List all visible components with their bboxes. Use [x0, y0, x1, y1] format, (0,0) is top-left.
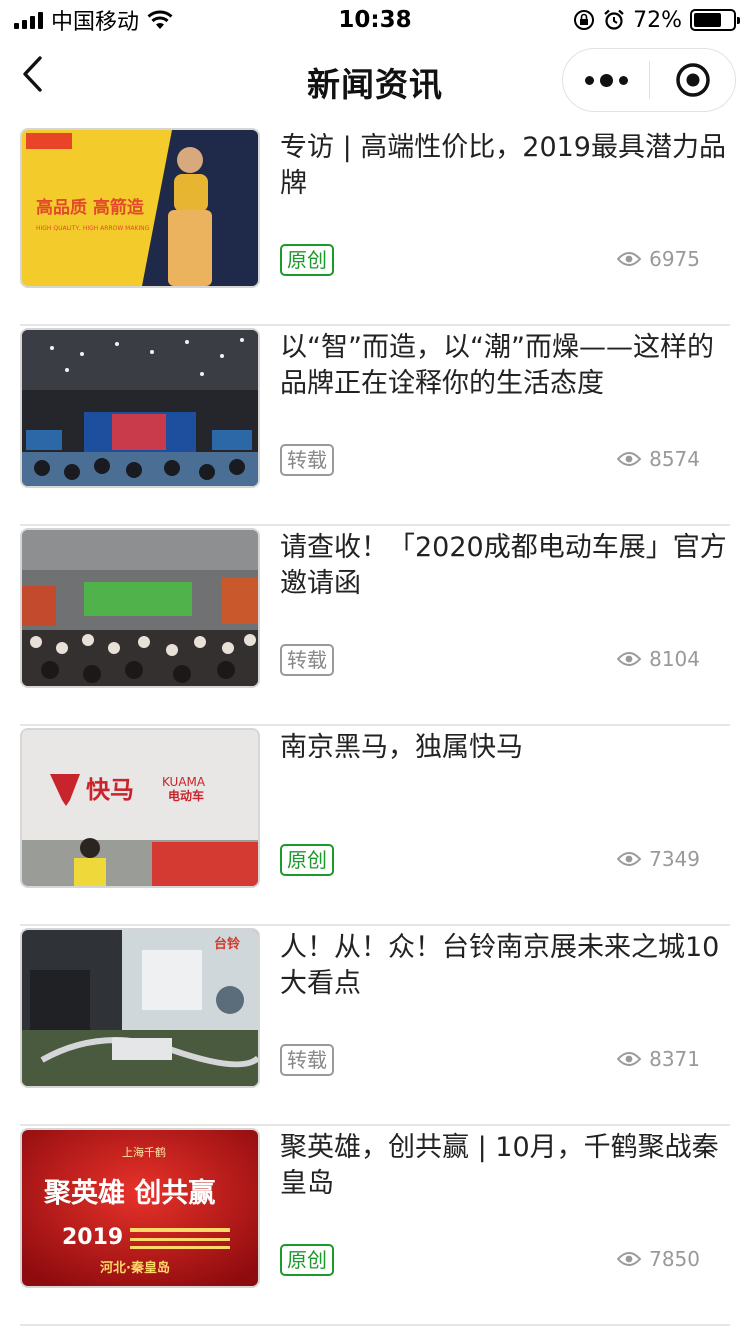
- view-count-value: 7349: [649, 847, 700, 871]
- mini-program-capsule: [562, 48, 736, 112]
- status-bar: 中国移动 10:38 72%: [0, 0, 750, 40]
- battery-percent: 72%: [633, 7, 682, 33]
- battery-icon: [690, 9, 740, 31]
- view-count: 8371: [617, 1047, 700, 1071]
- thumbnail-brand: 快马: [86, 776, 134, 804]
- view-count-value: 6975: [649, 247, 700, 271]
- news-list: 高品质 高箭造 HIGH QUALITY, HIGH ARROW MAKING …: [0, 126, 750, 1326]
- status-left: 中国移动: [14, 4, 173, 36]
- thumbnail-slogan: 高品质 高箭造: [36, 197, 145, 218]
- view-count-value: 8574: [649, 447, 700, 471]
- more-dot-icon: [599, 73, 613, 87]
- eye-icon: [617, 252, 642, 266]
- more-dot-icon: [584, 75, 594, 85]
- tag-repost: 转载: [280, 1044, 334, 1076]
- news-title: 人！从！众！台铃南京展未来之城10大看点: [280, 932, 720, 999]
- thumbnail-brand-sub: 电动车: [168, 788, 204, 803]
- more-button[interactable]: [563, 49, 649, 111]
- view-count-value: 8371: [649, 1047, 700, 1071]
- news-thumbnail: 快马 KUAMA 电动车: [20, 728, 260, 888]
- news-item[interactable]: 高品质 高箭造 HIGH QUALITY, HIGH ARROW MAKING …: [20, 126, 730, 326]
- eye-icon: [617, 1052, 642, 1066]
- tag-repost: 转载: [280, 444, 334, 476]
- orientation-lock-icon: [574, 10, 595, 30]
- news-title: 以“智”而造，以“潮”而燥——这样的品牌正在诠释你的生活态度: [280, 332, 714, 399]
- view-count: 7850: [617, 1247, 700, 1271]
- thumbnail-slogan-en: HIGH QUALITY, HIGH ARROW MAKING: [36, 225, 150, 232]
- alarm-icon: [604, 9, 624, 30]
- news-title: 聚英雄，创共赢 | 10月，千鹤聚战秦皇岛: [280, 1132, 719, 1199]
- view-count: 8574: [617, 447, 700, 471]
- thumbnail-brand: 台铃: [214, 936, 240, 952]
- close-button[interactable]: [650, 49, 735, 111]
- eye-icon: [617, 452, 642, 466]
- status-right: 72%: [573, 7, 740, 33]
- news-title: 请查收！「2020成都电动车展」官方邀请函: [280, 532, 727, 599]
- news-item[interactable]: 台铃 人！从！众！台铃南京展未来之城10大看点 转载 8371: [20, 926, 730, 1126]
- thumbnail-brand-en: KUAMA: [162, 775, 206, 789]
- news-thumbnail: 高品质 高箭造 HIGH QUALITY, HIGH ARROW MAKING: [20, 128, 260, 288]
- thumbnail-slogan: 聚英雄 创共赢: [43, 1177, 215, 1209]
- view-count-value: 8104: [649, 647, 700, 671]
- news-item[interactable]: 快马 KUAMA 电动车 南京黑马，独属快马 原创 7349: [20, 726, 730, 926]
- nav-bar: 新闻资讯: [0, 40, 750, 126]
- wifi-icon: [147, 10, 173, 29]
- more-dot-icon: [618, 75, 628, 85]
- eye-icon: [617, 652, 642, 666]
- view-count: 7349: [617, 847, 700, 871]
- eye-icon: [617, 1252, 642, 1266]
- carrier-label: 中国移动: [51, 10, 140, 35]
- news-item[interactable]: 以“智”而造，以“潮”而燥——这样的品牌正在诠释你的生活态度 转载 8574: [20, 326, 730, 526]
- view-count: 8104: [617, 647, 700, 671]
- target-close-icon: [675, 63, 710, 97]
- news-item[interactable]: 上海千鹤 聚英雄 创共赢 2019 河北·秦皇岛 聚英雄，创共赢 | 10月，千…: [20, 1126, 730, 1326]
- tag-original: 原创: [280, 844, 334, 876]
- news-item[interactable]: 请查收！「2020成都电动车展」官方邀请函 转载 8104: [20, 526, 730, 726]
- news-thumbnail: [20, 528, 260, 688]
- news-title: 专访 | 高端性价比，2019最具潜力品牌: [280, 132, 726, 199]
- tag-repost: 转载: [280, 644, 334, 676]
- view-count: 6975: [617, 247, 700, 271]
- news-thumbnail: 上海千鹤 聚英雄 创共赢 2019 河北·秦皇岛: [20, 1128, 260, 1288]
- eye-icon: [617, 852, 642, 866]
- signal-icon: [14, 11, 43, 29]
- news-thumbnail: [20, 328, 260, 488]
- news-title: 南京黑马，独属快马: [280, 732, 523, 763]
- thumbnail-brand: 上海千鹤: [122, 1145, 166, 1159]
- thumbnail-year: 2019: [62, 1225, 123, 1250]
- tag-original: 原创: [280, 244, 334, 276]
- thumbnail-location: 河北·秦皇岛: [100, 1260, 170, 1276]
- tag-original: 原创: [280, 1244, 334, 1276]
- view-count-value: 7850: [649, 1247, 700, 1271]
- news-thumbnail: 台铃: [20, 928, 260, 1088]
